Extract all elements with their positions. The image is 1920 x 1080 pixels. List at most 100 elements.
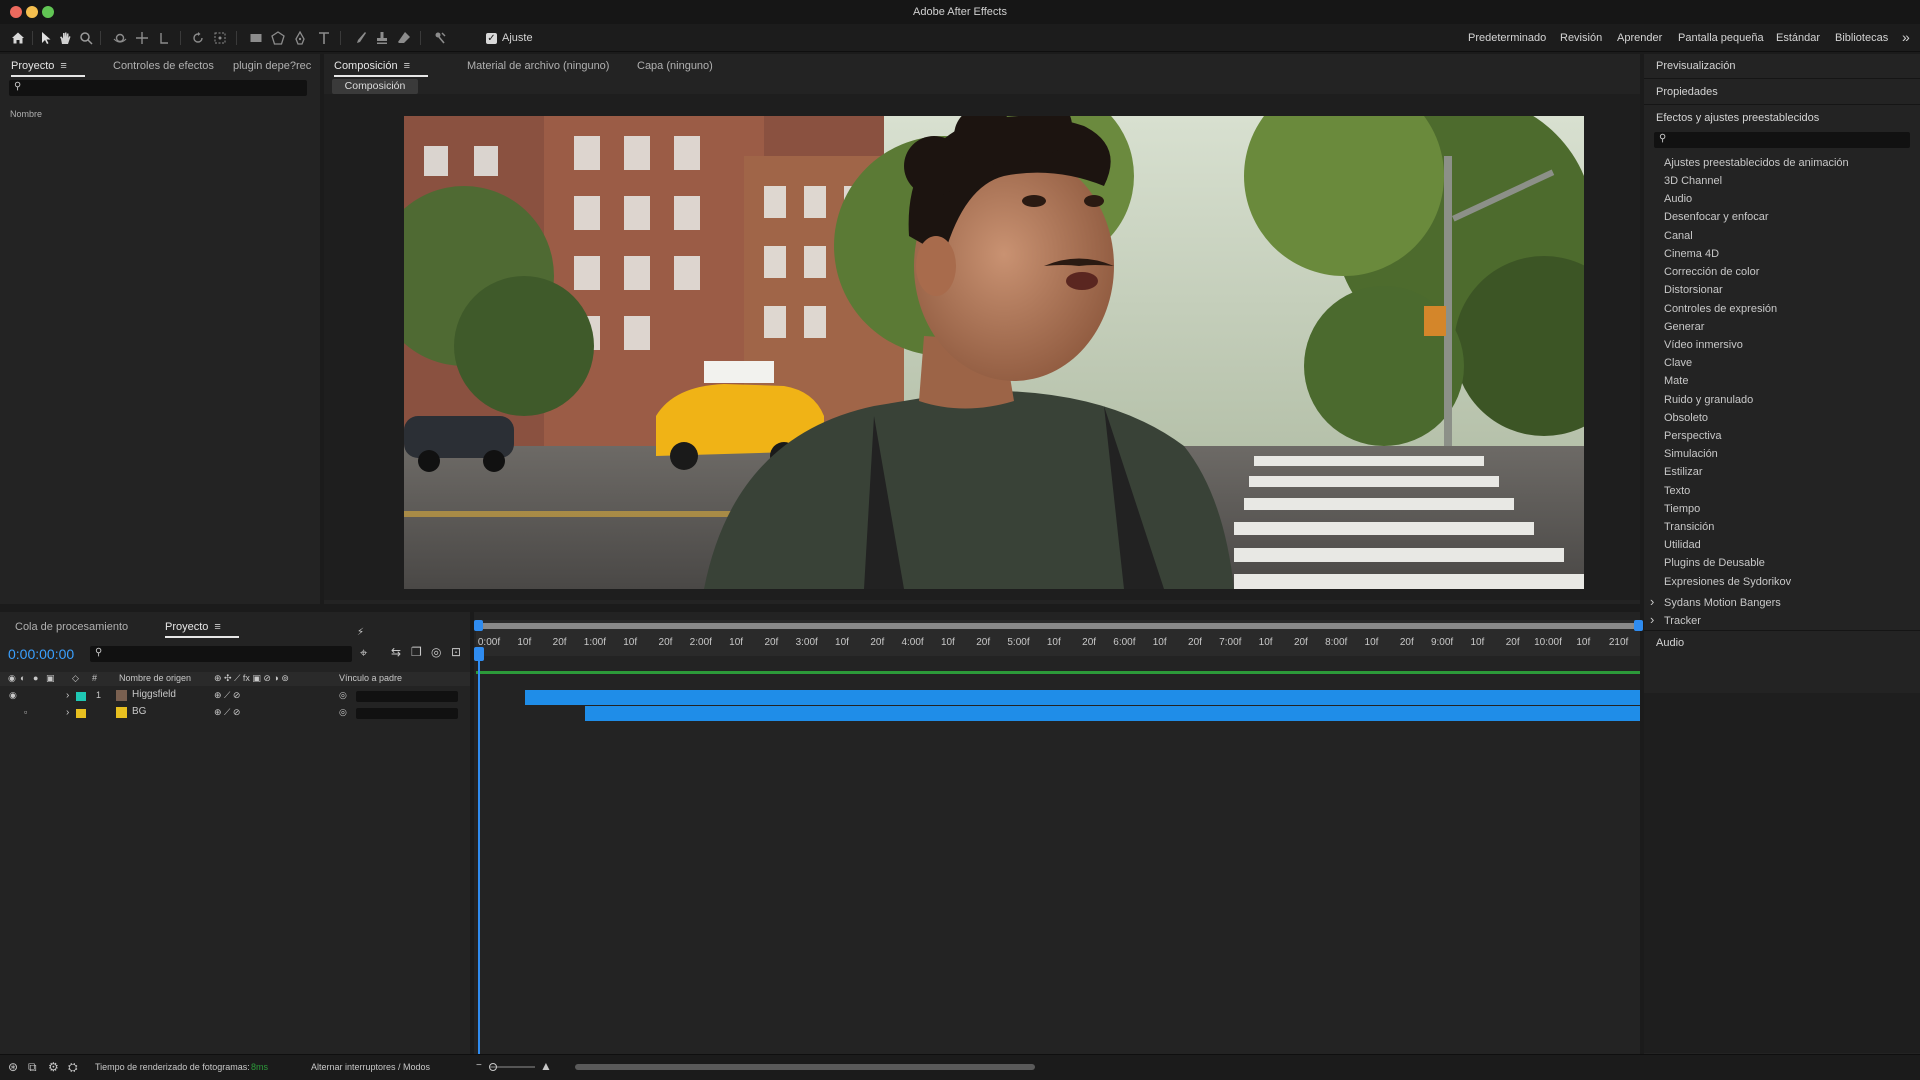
effect-category[interactable]: Obsoleto (1664, 412, 1708, 424)
parent-header[interactable]: Vínculo a padre (339, 673, 402, 683)
effects-search-input[interactable]: ⚲ (1654, 132, 1910, 148)
layer-row[interactable]: ▫ › BG ⊕ ⟋ ⊘ ◎ (0, 705, 470, 722)
effect-category[interactable]: Clave (1664, 357, 1692, 369)
workspace-libraries[interactable]: Bibliotecas (1835, 32, 1888, 44)
frame-blending-icon[interactable]: ❐ (411, 645, 422, 659)
tab-plugin[interactable]: plugin depe?rec (233, 60, 311, 72)
status-icon[interactable]: ⛭ (68, 1060, 78, 1075)
layer-row[interactable]: ◉ › 1 Higgsfield ⊕ ⟋ ⊘ ◎ (0, 688, 470, 705)
effect-category[interactable]: Estilizar (1664, 466, 1703, 478)
workspace-default[interactable]: Predeterminado (1468, 32, 1546, 44)
effect-category[interactable]: 3D Channel (1664, 175, 1722, 187)
puppet-pin-tool-icon[interactable] (432, 30, 448, 46)
workspace-overflow-icon[interactable]: » (1902, 29, 1910, 45)
home-icon[interactable] (10, 30, 26, 46)
tab-composition[interactable]: Composición ≡ (334, 60, 429, 77)
effect-category[interactable]: Plugins de Deusable (1664, 557, 1765, 569)
lock-icon[interactable]: ▣ (46, 673, 55, 684)
zoom-out-icon[interactable]: − (476, 1060, 482, 1071)
effect-group-sydans[interactable]: › Sydans Motion Bangers (1650, 594, 1781, 609)
workspace-standard[interactable]: Estándar (1776, 32, 1820, 44)
workspace-learn[interactable]: Aprender (1617, 32, 1662, 44)
section-effects-presets[interactable]: Efectos y ajustes preestablecidos (1644, 106, 1920, 131)
source-name-header[interactable]: Nombre de origen (119, 673, 191, 683)
clone-stamp-tool-icon[interactable] (374, 30, 390, 46)
effect-category[interactable]: Desenfocar y enfocar (1664, 211, 1769, 223)
effect-category[interactable]: Audio (1664, 193, 1692, 205)
tab-render-queue[interactable]: Cola de procesamiento (15, 621, 128, 633)
anchor-point-tool-icon[interactable] (212, 30, 228, 46)
brush-tool-icon[interactable] (352, 30, 368, 46)
effect-category[interactable]: Tiempo (1664, 503, 1700, 515)
playhead-handle[interactable] (474, 647, 484, 661)
tab-timeline-project[interactable]: Proyecto ≡ (165, 621, 239, 638)
pan-camera-icon[interactable] (134, 30, 150, 46)
parent-dropdown[interactable] (356, 708, 458, 719)
graph-editor-icon[interactable]: ⊡ (451, 645, 461, 659)
project-search-input[interactable]: ⚲ (9, 80, 307, 96)
selection-tool-icon[interactable] (38, 30, 54, 46)
quick-render-icon[interactable]: ⚡ (357, 627, 364, 638)
layer-label-swatch[interactable] (76, 692, 86, 701)
toggle-switches-modes[interactable]: Alternar interruptores / Modos (311, 1062, 430, 1072)
layer-duration-bar[interactable] (524, 690, 1640, 705)
effect-category[interactable]: Canal (1664, 230, 1693, 242)
panel-menu-icon[interactable]: ≡ (404, 60, 410, 72)
label-icon[interactable]: ◇ (72, 673, 79, 684)
status-icon[interactable]: ⊛ (8, 1060, 18, 1074)
workspace-review[interactable]: Revisión (1560, 32, 1602, 44)
effect-category[interactable]: Ajustes preestablecidos de animación (1664, 157, 1849, 169)
pen-tool-icon[interactable] (292, 30, 308, 46)
layer-name[interactable]: BG (132, 706, 146, 717)
effect-category[interactable]: Distorsionar (1664, 284, 1723, 296)
snap-checkbox[interactable]: ✓ (486, 33, 497, 44)
current-timecode[interactable]: 0:00:00:00 (8, 646, 74, 662)
section-audio[interactable]: Audio (1644, 631, 1920, 656)
effect-category[interactable]: Mate (1664, 375, 1688, 387)
layer-label-swatch[interactable] (76, 709, 86, 718)
eraser-tool-icon[interactable] (396, 30, 412, 46)
layer-duration-bar[interactable] (585, 706, 1640, 721)
visibility-toggle-icon[interactable]: ▫ (24, 707, 27, 717)
layer-number-icon[interactable]: # (92, 673, 97, 683)
status-icon[interactable]: ⚙ (48, 1060, 59, 1074)
visibility-toggle-icon[interactable]: ◉ (9, 690, 17, 701)
effect-category[interactable]: Transición (1664, 521, 1714, 533)
audio-icon[interactable]: ◐ (20, 673, 25, 683)
playhead-line[interactable] (478, 648, 480, 1054)
work-area-end-handle[interactable] (1634, 620, 1643, 631)
layer-search-input[interactable]: ⚲ (90, 646, 352, 662)
switches-icons[interactable]: ⊕ ✣ ⟋ fx ▣ ⊘ ◑ ⊚ (214, 673, 289, 684)
rotation-tool-icon[interactable] (190, 30, 206, 46)
tab-project[interactable]: Proyecto ≡ (11, 60, 85, 77)
panel-menu-icon[interactable]: ≡ (214, 621, 220, 633)
eye-icon[interactable]: ◉ (8, 673, 16, 684)
effect-group-tracker[interactable]: › Tracker (1650, 612, 1701, 627)
orbit-camera-icon[interactable] (112, 30, 128, 46)
expand-chevron-icon[interactable]: › (66, 690, 69, 701)
chevron-right-icon[interactable]: › (1650, 612, 1664, 627)
effect-category[interactable]: Cinema 4D (1664, 248, 1719, 260)
section-preview[interactable]: Previsualización (1644, 54, 1920, 79)
workspace-small-screen[interactable]: Pantalla pequeña (1678, 32, 1764, 44)
column-name-header[interactable]: Nombre (10, 109, 42, 119)
tab-footage[interactable]: Material de archivo (ninguno) (467, 60, 609, 72)
effect-category[interactable]: Expresiones de Sydorikov (1664, 576, 1791, 588)
tab-layer[interactable]: Capa (ninguno) (637, 60, 713, 72)
layer-switches-icon[interactable]: ⊕ ⟋ ⊘ (214, 707, 240, 718)
tab-effect-controls[interactable]: Controles de efectos (113, 60, 214, 72)
hand-tool-icon[interactable] (57, 30, 73, 46)
effect-category[interactable]: Simulación (1664, 448, 1718, 460)
comp-flowchart-icon[interactable]: ⌖ (360, 645, 367, 661)
chevron-right-icon[interactable]: › (1650, 594, 1664, 609)
parent-dropdown[interactable] (356, 691, 458, 702)
effect-category[interactable]: Controles de expresión (1664, 303, 1777, 315)
effect-category[interactable]: Utilidad (1664, 539, 1701, 551)
shy-layers-icon[interactable]: ⇆ (391, 645, 401, 659)
pick-whip-icon[interactable]: ◎ (339, 690, 347, 701)
composition-pill[interactable]: Composición (332, 79, 418, 94)
rectangle-tool-icon[interactable] (248, 30, 264, 46)
work-area-start-handle[interactable] (474, 620, 483, 631)
zoom-slider-knob[interactable] (489, 1063, 497, 1071)
effect-category[interactable]: Perspectiva (1664, 430, 1721, 442)
